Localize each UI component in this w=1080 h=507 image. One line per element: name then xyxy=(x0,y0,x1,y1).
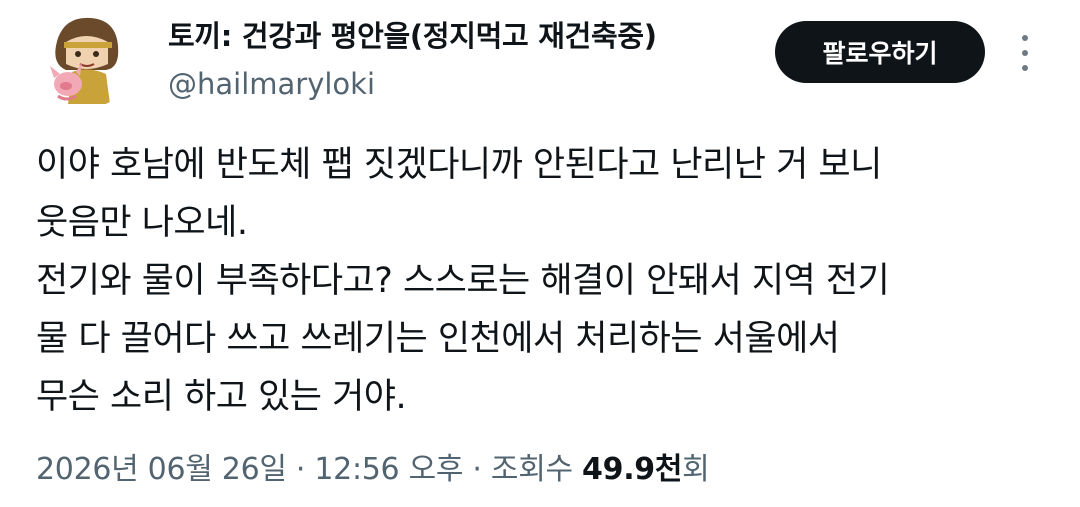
user-handle[interactable]: @hailmaryloki xyxy=(168,64,375,104)
avatar-illustration xyxy=(36,8,136,108)
avatar[interactable] xyxy=(36,8,136,108)
post-date[interactable]: 2026년 06월 26일 xyxy=(36,452,287,487)
tweet-line: 물 다 끌어다 쓰고 쓰레기는 인천에서 처리하는 서울에서 xyxy=(36,319,840,359)
tweet-line: 전기와 물이 부족하다고? 스스로는 해결이 안돼서 지역 전기 xyxy=(36,261,890,301)
more-dot xyxy=(1022,35,1028,41)
views-count: 49.9천 xyxy=(582,452,683,487)
more-dot xyxy=(1022,50,1028,56)
display-name[interactable]: 토끼: 건강과 평안을(정지먹고 재건축중) xyxy=(168,16,657,56)
tweet-line: 무슨 소리 하고 있는 거야. xyxy=(36,377,407,417)
tweet-meta: 2026년 06월 26일 · 12:56 오후 · 조회수 49.9천회 xyxy=(36,446,710,494)
views-label: 조회수 xyxy=(490,452,583,487)
more-dot xyxy=(1022,65,1028,71)
follow-button[interactable]: 팔로우하기 xyxy=(775,21,985,83)
post-time[interactable]: 12:56 오후 xyxy=(314,452,463,487)
meta-separator: · xyxy=(286,452,315,487)
tweet-line: 이야 호남에 반도체 팹 짓겠다니까 안된다고 난리난 거 보니 xyxy=(36,145,882,185)
tweet-line: 웃음만 나오네. xyxy=(36,203,248,243)
more-vertical-icon[interactable] xyxy=(1013,33,1037,73)
views-suffix: 회 xyxy=(682,452,710,487)
meta-separator: · xyxy=(463,452,491,487)
tweet-text: 이야 호남에 반도체 팹 짓겠다니까 안된다고 난리난 거 보니 웃음만 나오네… xyxy=(36,136,1046,426)
